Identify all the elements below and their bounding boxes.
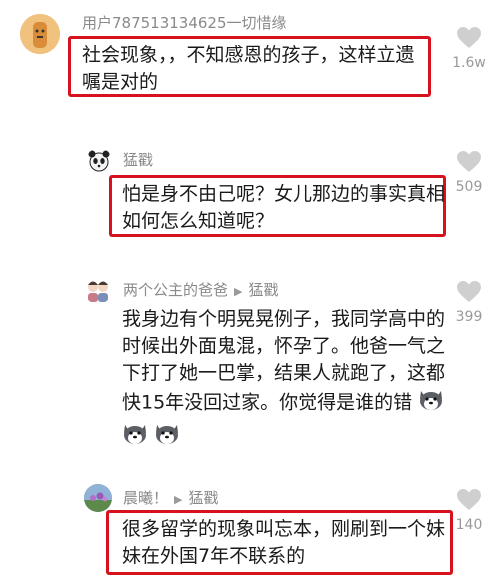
heart-icon (457, 489, 481, 510)
like-button[interactable]: 509 (439, 150, 499, 195)
like-count: 399 (455, 309, 483, 325)
avatar[interactable] (84, 276, 112, 304)
comment-item: 猛戳 怕是身不由己呢？女儿那边的事实真相 如何怎么知道呢？ 509 (0, 140, 500, 250)
like-button[interactable]: 140 (439, 488, 499, 533)
avatar-image (86, 148, 112, 174)
comment-username[interactable]: 晨曦！ ▶ 猛戳 (123, 487, 219, 508)
reply-to-username[interactable]: 猛戳 (248, 281, 278, 299)
like-count: 509 (455, 179, 483, 195)
comment-text: 我身边有个明晃晃例子，我同学高中的 时候出外面鬼混，怀孕了。他爸一气之 下打了她… (122, 306, 445, 453)
heart-icon (457, 151, 481, 172)
like-count: 1.6w (452, 55, 486, 71)
reply-to-username[interactable]: 猛戳 (188, 489, 218, 507)
comment-text: 很多留学的现象叫忘本，刚刷到一个妹 妹在外国7年不联系的 (122, 518, 446, 567)
comment-item: 晨曦！ ▶ 猛戳 很多留学的现象叫忘本，刚刷到一个妹 妹在外国7年不联系的 140 (0, 480, 500, 578)
avatar-image (20, 14, 60, 54)
avatar-image (84, 484, 112, 512)
husky-emoji-icon (154, 421, 180, 453)
comment-item: 两个公主的爸爸 ▶ 猛戳 我身边有个明晃晃例子，我同学高中的 时候出外面鬼混，怀孕了… (0, 270, 500, 450)
like-count: 140 (455, 517, 483, 533)
heart-icon (457, 27, 481, 48)
reply-arrow-icon: ▶ (174, 493, 183, 506)
like-button[interactable]: 399 (439, 280, 499, 325)
comment-username[interactable]: 用户787513134625一切惜缘 (82, 12, 287, 33)
like-button[interactable]: 1.6w (439, 26, 499, 71)
avatar[interactable] (86, 148, 112, 174)
avatar[interactable] (20, 14, 60, 54)
comment-text: 怕是身不由己呢？女儿那边的事实真相 如何怎么知道呢？ (122, 183, 446, 232)
comment-username[interactable]: 两个公主的爸爸 ▶ 猛戳 (123, 279, 279, 300)
comment-username[interactable]: 猛戳 (123, 149, 153, 170)
reply-arrow-icon: ▶ (234, 285, 243, 298)
avatar[interactable] (84, 484, 112, 512)
avatar-image (84, 276, 112, 304)
husky-emoji-icon (122, 421, 148, 453)
comment-text: 社会现象，，不知感恩的孩子，这样立遗 嘱是对的 (82, 44, 415, 93)
heart-icon (457, 281, 481, 302)
husky-emoji-icon (418, 387, 444, 419)
comment-item: 用户787513134625一切惜缘 社会现象，，不知感恩的孩子，这样立遗 嘱是… (0, 0, 500, 105)
